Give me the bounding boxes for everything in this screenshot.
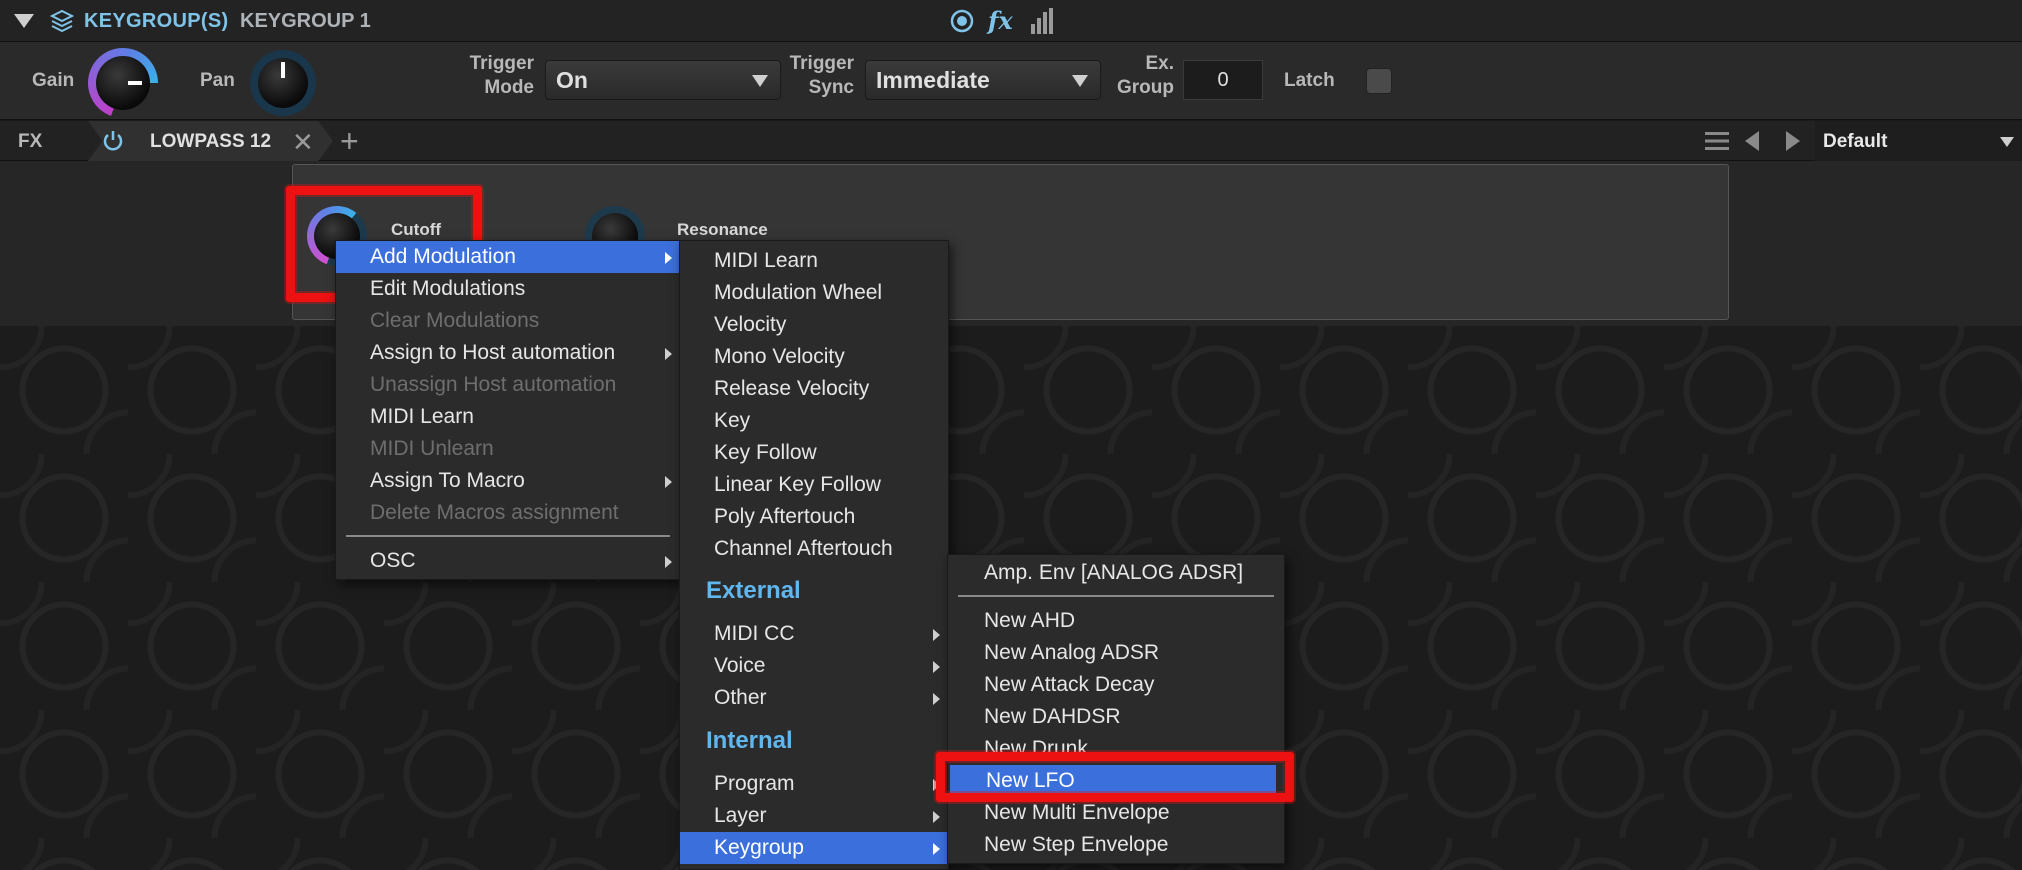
- kg-item-new-dahdsr[interactable]: New DAHDSR: [948, 701, 1284, 733]
- add-fx-icon[interactable]: +: [340, 123, 359, 160]
- menu-item-clear-modulations: Clear Modulations: [370, 309, 540, 332]
- gain-label: Gain: [32, 70, 75, 91]
- menu-item-delete-macros-assignment: Delete Macros assignment: [370, 501, 619, 524]
- modulation-submenu: MIDI Learn Modulation Wheel Velocity Mon…: [679, 240, 949, 870]
- mod-item-layer[interactable]: Layer: [680, 800, 948, 832]
- submenu-arrow-icon: [665, 476, 672, 488]
- submenu-arrow-icon: [933, 693, 940, 705]
- fx-tab-bar: FX LOWPASS 12 ✕ + Default: [0, 121, 2022, 161]
- submenu-arrow-icon: [933, 811, 940, 823]
- trigger-sync-select[interactable]: Immediate: [865, 60, 1101, 100]
- mod-item-linear-key-follow[interactable]: Linear Key Follow: [680, 469, 948, 501]
- mod-item-midi-learn[interactable]: MIDI Learn: [680, 245, 948, 277]
- power-icon[interactable]: [102, 130, 124, 152]
- level-bars-icon[interactable]: [1030, 8, 1054, 34]
- trigger-mode-select[interactable]: On: [545, 60, 781, 100]
- layers-icon: [50, 9, 74, 33]
- external-header: External: [706, 577, 801, 604]
- mod-item-release-velocity[interactable]: Release Velocity: [680, 373, 948, 405]
- mod-item-channel-aftertouch[interactable]: Channel Aftertouch: [680, 533, 948, 565]
- new-lfo-highlight: [936, 752, 1294, 802]
- mod-item-other[interactable]: Other: [680, 682, 948, 714]
- latch-label: Latch: [1284, 70, 1335, 91]
- collapse-triangle-icon[interactable]: [14, 14, 34, 28]
- mod-item-modulation-wheel[interactable]: Modulation Wheel: [680, 277, 948, 309]
- fx-icon[interactable]: fx: [988, 6, 1013, 35]
- kg-item-new-analog-adsr[interactable]: New Analog ADSR: [948, 637, 1284, 669]
- context-menu: Add Modulation Edit Modulations Clear Mo…: [335, 240, 681, 580]
- previous-preset-icon[interactable]: [1745, 131, 1759, 151]
- submenu-arrow-icon: [933, 661, 940, 673]
- menu-item-edit-modulations[interactable]: Edit Modulations: [336, 273, 680, 305]
- trigger-mode-label: Trigger Mode: [469, 53, 534, 98]
- keygroup-name[interactable]: KEYGROUP 1: [240, 10, 371, 33]
- menu-separator: [958, 595, 1274, 597]
- mod-item-voice[interactable]: Voice: [680, 650, 948, 682]
- mod-item-midi-cc[interactable]: MIDI CC: [680, 618, 948, 650]
- submenu-arrow-icon: [933, 843, 940, 855]
- menu-separator: [346, 535, 670, 537]
- pan-label: Pan: [200, 70, 235, 91]
- menu-item-assign-host-automation[interactable]: Assign to Host automation: [336, 337, 680, 369]
- mod-item-mono-velocity[interactable]: Mono Velocity: [680, 341, 948, 373]
- mod-item-program[interactable]: Program: [680, 768, 948, 800]
- ex-group-label: Ex. Group: [1117, 53, 1174, 98]
- internal-header: Internal: [706, 727, 793, 754]
- fx-tab-name[interactable]: LOWPASS 12: [150, 131, 271, 153]
- preset-select[interactable]: Default: [1815, 121, 2022, 161]
- keygroup-type-label[interactable]: KEYGROUP(S): [84, 10, 228, 33]
- mod-item-velocity[interactable]: Velocity: [680, 309, 948, 341]
- submenu-arrow-icon: [933, 629, 940, 641]
- chevron-down-icon: [1072, 75, 1088, 87]
- keygroup-submenu: Amp. Env [ANALOG ADSR] New AHD New Analo…: [947, 554, 1285, 864]
- mod-item-keygroup[interactable]: Keygroup: [680, 832, 948, 864]
- pan-knob[interactable]: [250, 50, 316, 116]
- menu-item-osc[interactable]: OSC: [336, 545, 680, 577]
- target-icon[interactable]: [950, 9, 974, 33]
- title-bar: KEYGROUP(S) KEYGROUP 1 fx: [0, 0, 2022, 42]
- submenu-arrow-icon: [665, 348, 672, 360]
- keygroup-controls: Gain Pan Trigger Mode On Trigger Sync Im…: [0, 42, 2022, 120]
- menu-icon[interactable]: [1705, 131, 1729, 151]
- close-icon[interactable]: ✕: [292, 127, 314, 158]
- resonance-label: Resonance: [677, 220, 768, 239]
- next-preset-icon[interactable]: [1786, 131, 1800, 151]
- ex-group-field[interactable]: 0: [1183, 60, 1263, 100]
- menu-item-midi-unlearn: MIDI Unlearn: [370, 437, 494, 460]
- kg-item-new-step-envelope[interactable]: New Step Envelope: [948, 829, 1284, 861]
- gain-knob[interactable]: [88, 48, 158, 118]
- mod-item-key-follow[interactable]: Key Follow: [680, 437, 948, 469]
- menu-item-add-modulation[interactable]: Add Modulation: [336, 241, 680, 273]
- latch-checkbox[interactable]: [1366, 68, 1392, 94]
- fx-label: FX: [18, 131, 43, 152]
- chevron-down-icon: [2000, 137, 2014, 147]
- mod-item-key[interactable]: Key: [680, 405, 948, 437]
- submenu-arrow-icon: [665, 252, 672, 264]
- kg-item-amp-env[interactable]: Amp. Env [ANALOG ADSR]: [948, 557, 1284, 589]
- trigger-sync-label: Trigger Sync: [789, 53, 854, 98]
- kg-item-new-attack-decay[interactable]: New Attack Decay: [948, 669, 1284, 701]
- kg-item-new-ahd[interactable]: New AHD: [948, 605, 1284, 637]
- menu-item-midi-learn[interactable]: MIDI Learn: [336, 401, 680, 433]
- menu-item-assign-to-macro[interactable]: Assign To Macro: [336, 465, 680, 497]
- mod-item-poly-aftertouch[interactable]: Poly Aftertouch: [680, 501, 948, 533]
- menu-item-unassign-host-automation: Unassign Host automation: [370, 373, 617, 396]
- submenu-arrow-icon: [665, 556, 672, 568]
